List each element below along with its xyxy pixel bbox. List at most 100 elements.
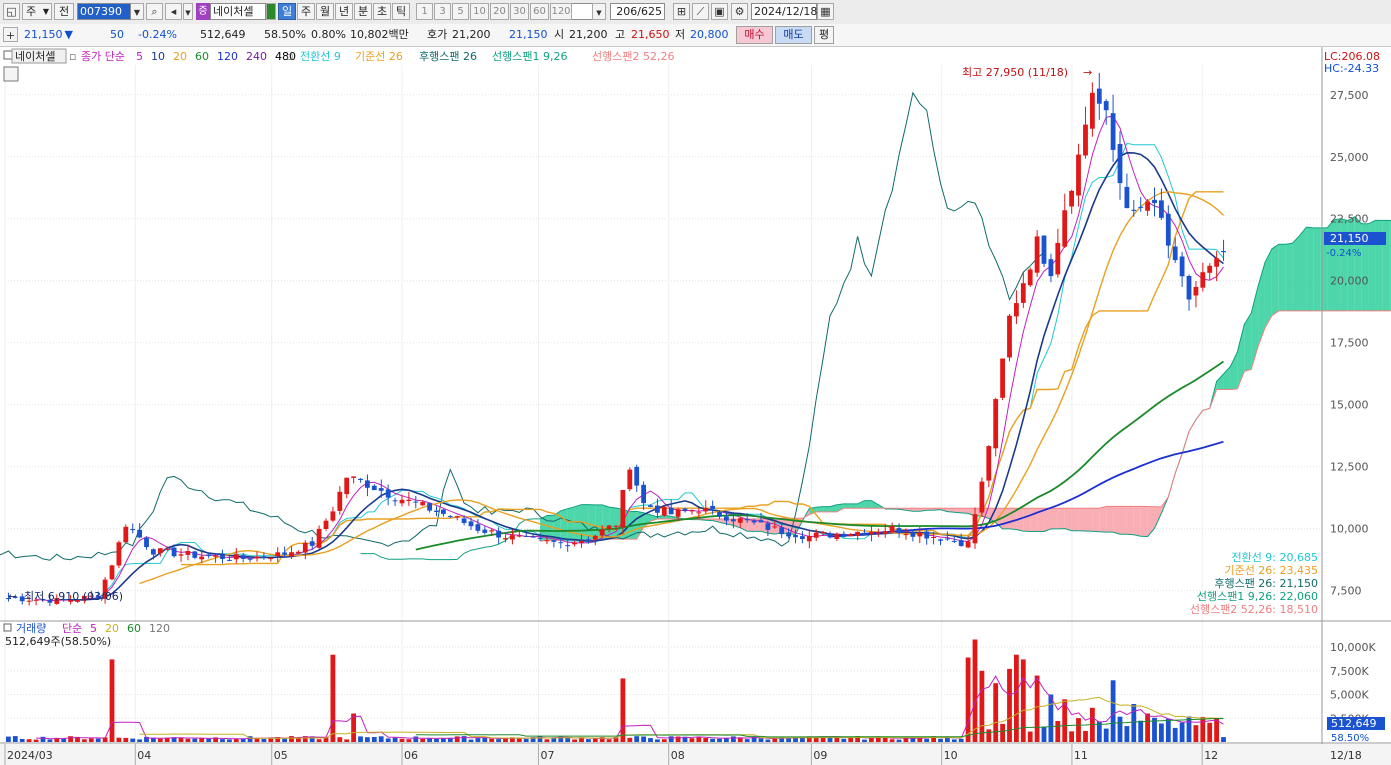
interval-button-5[interactable]: 5 <box>452 3 469 20</box>
candle-body <box>192 551 198 558</box>
candle-body <box>1096 88 1102 104</box>
stock-code-input[interactable]: 007390 <box>77 3 131 20</box>
legend-ma-period: 120 <box>217 50 238 63</box>
current-price-tag-pct: -0.24% <box>1326 248 1361 259</box>
candle-body <box>157 548 163 554</box>
market-select[interactable]: 주 ▼ <box>22 3 52 20</box>
candle-body <box>1200 272 1206 288</box>
period-button-6[interactable]: 틱 <box>392 3 410 20</box>
volume-bar <box>316 739 322 742</box>
volume-bar <box>427 738 432 742</box>
price-chart[interactable]: 27,500 25,000 22,500 20,000 17,500 15,000 12,5… <box>0 47 1391 765</box>
volume-bar <box>1034 675 1040 742</box>
buy-button[interactable]: 매수 <box>736 26 773 44</box>
save-icon[interactable]: ▣ <box>711 3 728 20</box>
x-tick-label: 11 <box>1074 749 1088 762</box>
search-icon[interactable]: ⌕ <box>146 3 163 20</box>
chevron-down-icon[interactable]: ▼ <box>183 3 193 20</box>
current-price-tag-value: 21,150 <box>1330 232 1369 245</box>
candle-body <box>613 525 619 527</box>
volume-bar <box>489 738 495 742</box>
candle-body <box>620 490 626 528</box>
period-button-5[interactable]: 초 <box>373 3 391 20</box>
period-button-2[interactable]: 월 <box>316 3 334 20</box>
ichimoku-cloud-segment <box>1278 244 1286 311</box>
volume-tag-value: 512,649 <box>1331 717 1377 730</box>
line-tool-icon[interactable]: ⟋ <box>692 3 709 20</box>
candle-body <box>1207 265 1213 273</box>
candle-body <box>882 531 888 534</box>
candle-body <box>530 536 536 538</box>
volume-bar <box>1041 726 1047 742</box>
interval-button-10[interactable]: 10 <box>470 3 489 20</box>
grid-toggle-icon[interactable] <box>3 66 19 82</box>
bid-price: 21,200 <box>452 28 491 41</box>
volume-bar <box>848 737 854 742</box>
toolbar: ◱ 주 ▼ 전 007390 ▼ ⌕ ◂ ▼ 증 네이처셀 ▼ 206/625 ⊞… <box>0 0 1391 25</box>
interval-button-3[interactable]: 3 <box>434 3 451 20</box>
candle-body <box>682 508 688 511</box>
candle-body <box>510 535 515 540</box>
period-button-4[interactable]: 분 <box>354 3 372 20</box>
interval-button-30[interactable]: 30 <box>510 3 529 20</box>
x-tick-label: 10 <box>944 749 958 762</box>
volume-bar <box>972 639 978 742</box>
interval-button-60[interactable]: 60 <box>530 3 549 20</box>
indicator-value-label: 선행스팬1 9,26: 22,060 <box>1197 590 1318 603</box>
volume-bar <box>765 739 771 742</box>
candle-body <box>1007 315 1012 358</box>
gear-icon[interactable]: ⚙ <box>731 3 748 20</box>
period-button-3[interactable]: 년 <box>335 3 353 20</box>
volume-bar <box>758 738 764 742</box>
chevron-down-icon[interactable]: ▼ <box>592 3 606 20</box>
period-button-0[interactable]: 일 <box>278 3 296 20</box>
prev-button[interactable]: 전 <box>54 3 74 20</box>
calendar-icon[interactable]: ▦ <box>817 3 834 20</box>
ichimoku-cloud-segment <box>567 506 575 541</box>
y-tick-label: 15,000 <box>1330 399 1369 412</box>
candle-body <box>503 538 508 540</box>
candle-body <box>1193 287 1199 296</box>
candle-body <box>1041 235 1047 264</box>
high-label: 고 <box>615 28 626 41</box>
chart-type-icon[interactable]: ⊞ <box>673 3 690 20</box>
candle-body <box>675 509 681 517</box>
count-field[interactable]: 206/625 <box>610 3 665 20</box>
volume-bar <box>68 736 73 742</box>
code-dropdown-icon[interactable]: ▼ <box>131 3 144 20</box>
volume-bar <box>1145 713 1150 742</box>
speaker-icon[interactable]: ◂ <box>165 3 182 20</box>
eval-button[interactable]: 평 <box>814 26 834 44</box>
volume-bar <box>185 738 191 742</box>
sell-button[interactable]: 매도 <box>775 26 812 44</box>
interval-button-1[interactable]: 1 <box>416 3 433 20</box>
candle-body <box>917 532 923 537</box>
candle-body <box>447 516 453 518</box>
volume-bar <box>399 738 405 742</box>
layout-icon[interactable]: ◱ <box>3 3 20 20</box>
volume-bar <box>1200 717 1206 742</box>
high-price: 21,650 <box>631 28 670 41</box>
date-field[interactable]: 2024/12/18 <box>751 3 817 20</box>
candle-body <box>137 529 142 538</box>
interval-button-120[interactable]: 120 <box>550 3 572 20</box>
candle-body <box>268 557 274 560</box>
stock-name-field[interactable]: 네이처셀 <box>210 3 266 20</box>
candle-body <box>1124 186 1130 208</box>
volume-bar <box>496 739 501 742</box>
volume-tick-label: 10,000K <box>1330 641 1376 654</box>
interval-button-20[interactable]: 20 <box>490 3 509 20</box>
volume-bar <box>710 738 715 742</box>
expand-icon[interactable]: + <box>3 27 18 42</box>
candle-body <box>261 556 267 558</box>
period-button-1[interactable]: 주 <box>297 3 315 20</box>
candle-body <box>931 537 936 538</box>
market-label: 주 <box>26 5 37 18</box>
candle-body <box>247 558 253 560</box>
candle-body <box>724 516 729 521</box>
candle-body <box>206 554 212 556</box>
ichimoku-cloud-segment <box>1092 508 1100 532</box>
y-tick-label: 27,500 <box>1330 89 1369 102</box>
low-label: 저 <box>675 28 686 41</box>
volume-bar <box>544 739 550 742</box>
